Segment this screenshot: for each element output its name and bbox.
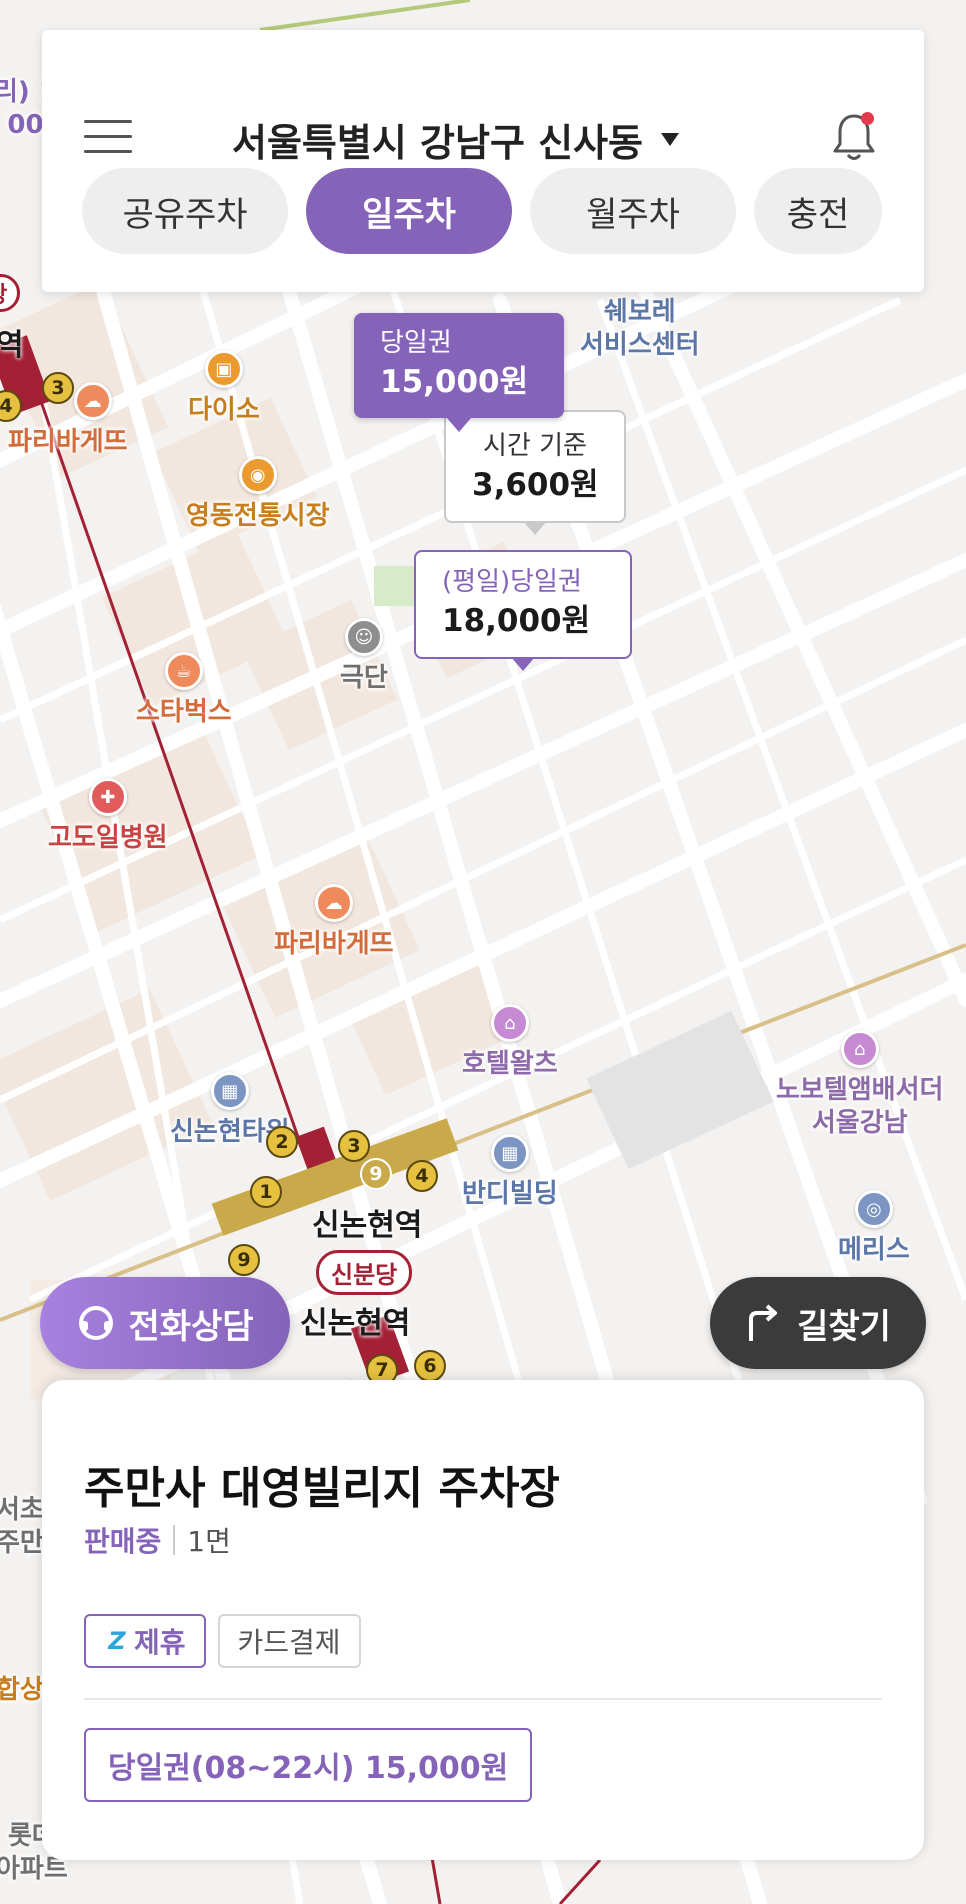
poi-hospital[interactable]: ✚ 고도일병원 <box>48 778 168 855</box>
poi-starbucks[interactable]: ☕ 스타벅스 <box>136 652 232 729</box>
price-marker-hourly[interactable]: 시간 기준 3,600원 <box>444 410 626 536</box>
exit-1: 1 <box>250 1176 282 1208</box>
poi-chevrolet[interactable]: 쉐보레 서비스센터 <box>580 290 700 361</box>
headset-icon <box>79 1306 114 1340</box>
poi-edge-sucho: 서초 주만 <box>0 1495 44 1558</box>
poi-daiso[interactable]: ▣ 다이소 <box>188 350 260 427</box>
poi-paris[interactable]: ☁ 파리바게뜨 <box>274 884 394 961</box>
price-marker-daily-selected[interactable]: 당일권 15,000원 <box>354 313 564 433</box>
station-label-sinnonhyeon-2[interactable]: 신논현역 <box>300 1298 410 1342</box>
parking-type-tabs: 공유주차 일주차 월주차 충전 <box>82 168 882 254</box>
station-label-edge: 역 <box>0 328 24 363</box>
price-marker-weekday-daily[interactable]: (평일)당일권 18,000원 <box>414 550 632 672</box>
notification-bell-icon[interactable] <box>832 112 876 162</box>
line-9-badge: 9 <box>360 1158 392 1190</box>
poi-bandi[interactable]: ▦ 반디빌딩 <box>462 1134 558 1211</box>
caret-down-icon <box>661 133 680 146</box>
status-row: 판매중 1면 <box>84 1520 231 1560</box>
hospital-cross-icon: ✚ <box>88 778 127 816</box>
bakery-icon: ☁ <box>314 884 353 922</box>
parking-lot-card[interactable]: 주만사 대영빌리지 주차장 판매중 1면 Z 제휴 카드결제 당일권(08~22… <box>42 1380 924 1860</box>
building-icon: ▦ <box>210 1072 249 1110</box>
top-panel: 서울특별시 강남구 신사동 공유주차 일주차 월주차 충전 <box>42 30 924 292</box>
poi-edge-hapsang: 합상 <box>0 1675 44 1705</box>
phone-consult-button[interactable]: 전화상담 <box>40 1277 290 1369</box>
exit-2: 2 <box>266 1126 298 1158</box>
building-icon: ▦ <box>490 1134 529 1172</box>
daily-ticket-option[interactable]: 당일권(08~22시) 15,000원 <box>84 1728 533 1802</box>
poi-market[interactable]: ◉ 영동전통시장 <box>186 456 330 533</box>
exit-9: 9 <box>228 1244 260 1276</box>
turn-right-arrow-icon <box>749 1304 778 1341</box>
feature-chips: Z 제휴 카드결제 <box>84 1614 361 1668</box>
directions-button[interactable]: 길찾기 <box>710 1277 926 1369</box>
bakery-icon: ☁ <box>73 382 112 420</box>
slot-count: 1면 <box>187 1525 231 1558</box>
poi-meris[interactable]: ◎ 메리스 <box>838 1190 910 1267</box>
coffee-icon: ☕ <box>164 652 203 690</box>
exit-3: 3 <box>338 1130 370 1162</box>
partner-chip-label: 제휴 <box>134 1626 186 1659</box>
poi-hotel-waltz[interactable]: ⌂ 호텔왈츠 <box>462 1004 558 1081</box>
station-line-badge-sinbundang: 신분당 <box>316 1250 413 1295</box>
theater-mask-icon: ☺ <box>344 618 383 656</box>
location-text: 서울특별시 강남구 신사동 <box>232 121 644 165</box>
card-divider <box>84 1698 882 1700</box>
poi-novotel[interactable]: ⌂ 노보텔앰배서더 서울강남 <box>776 1030 943 1139</box>
exit-3-edge: 3 <box>42 372 74 404</box>
exit-4: 4 <box>406 1160 438 1192</box>
notification-dot <box>861 112 874 125</box>
hamburger-menu-icon[interactable] <box>84 120 132 154</box>
partner-chip: Z 제휴 <box>84 1614 206 1668</box>
bed-icon: ⌂ <box>840 1030 879 1068</box>
tab-monthly-parking[interactable]: 월주차 <box>530 168 736 254</box>
tab-charging[interactable]: 충전 <box>754 168 882 254</box>
station-label-sinnonhyeon[interactable]: 신논현역 <box>312 1200 422 1244</box>
card-payment-chip: 카드결제 <box>217 1614 361 1668</box>
tab-daily-parking[interactable]: 일주차 <box>306 168 512 254</box>
ring-icon: ◎ <box>854 1190 893 1228</box>
exit-6: 6 <box>414 1350 446 1382</box>
directions-label: 길찾기 <box>797 1306 891 1347</box>
phone-consult-label: 전화상담 <box>128 1306 254 1347</box>
poi-theater[interactable]: ☺ 극단 <box>340 618 388 695</box>
status-divider <box>173 1525 176 1555</box>
bed-icon: ⌂ <box>490 1004 529 1042</box>
basket-icon: ◉ <box>238 456 277 494</box>
card-payment-label: 카드결제 <box>237 1626 341 1659</box>
tab-shared-parking[interactable]: 공유주차 <box>82 168 288 254</box>
shopping-icon: ▣ <box>204 350 243 388</box>
location-selector[interactable]: 서울특별시 강남구 신사동 <box>232 112 680 167</box>
partner-logo-icon: Z <box>108 1627 126 1655</box>
parking-lot-name: 주만사 대영빌리지 주차장 <box>84 1463 560 1514</box>
sale-status: 판매중 <box>84 1525 162 1558</box>
